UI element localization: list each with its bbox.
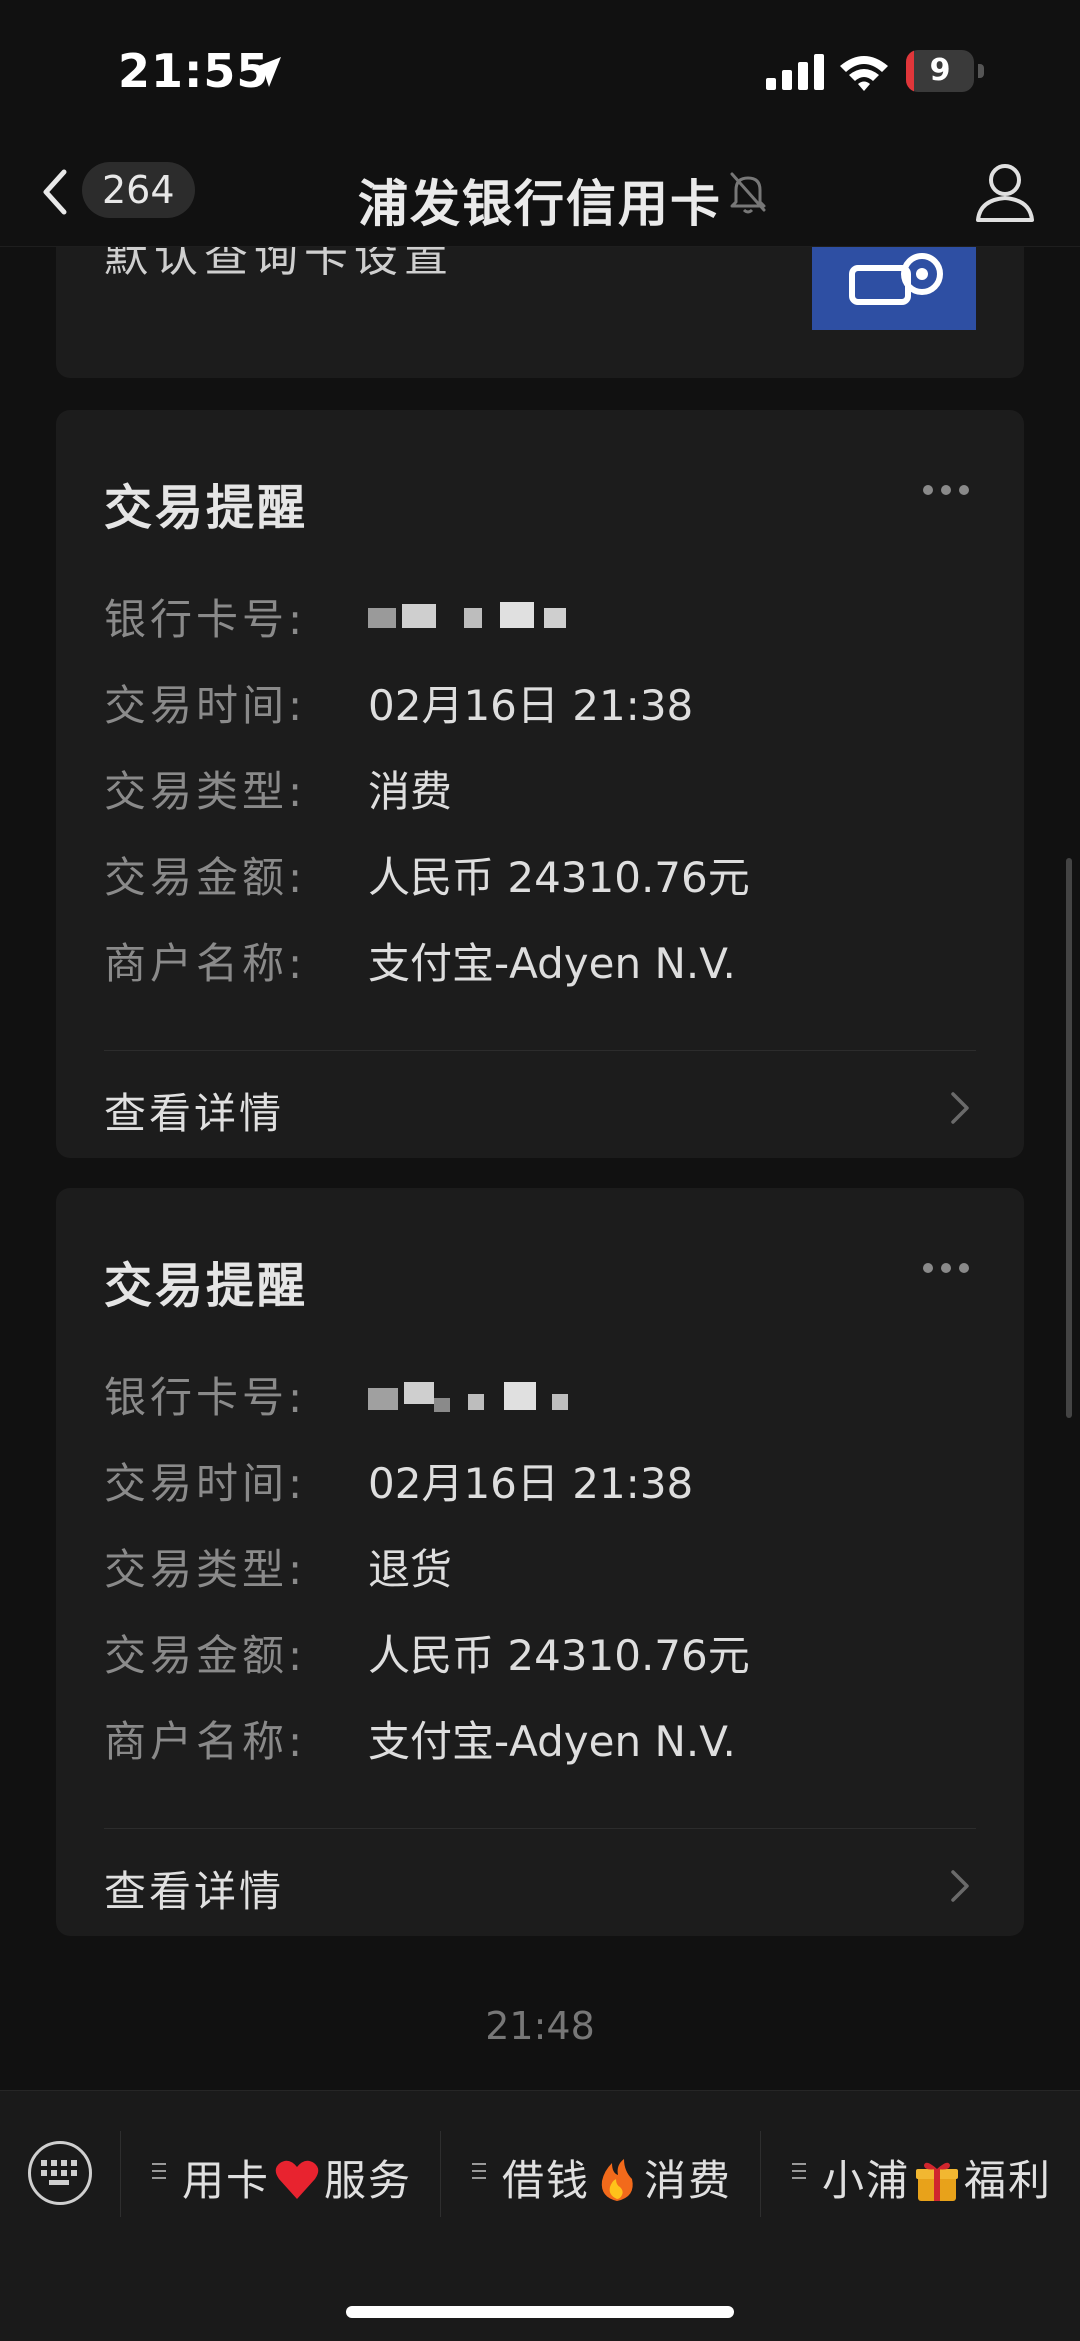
fire-icon [601, 2158, 633, 2201]
scrollbar[interactable] [1066, 858, 1072, 1418]
mute-bell-icon [730, 172, 766, 214]
gear-card-icon [849, 253, 943, 305]
field-value: 02月16日 21:38 [368, 681, 694, 730]
submenu-icon [472, 2163, 486, 2183]
menu-separator [120, 2131, 121, 2217]
cellular-signal-icon [766, 54, 824, 90]
field-value: 支付宝-Adyen N.V. [368, 1717, 736, 1766]
divider [104, 1828, 976, 1829]
field-value: 退货 [368, 1545, 453, 1594]
keyboard-icon [41, 2160, 77, 2185]
status-bar: 21:55 9 [0, 0, 1080, 140]
field-value: 人民币 24310.76元 [368, 1631, 750, 1680]
menu-label: 服务 [324, 2156, 413, 2205]
card-title: 交易提醒 [104, 1258, 309, 1314]
field-label: 商户名称: [104, 939, 307, 988]
message-timestamp: 21:48 [485, 2004, 595, 2048]
field-label: 交易金额: [104, 853, 307, 902]
wifi-icon [840, 56, 888, 91]
home-indicator[interactable] [346, 2306, 734, 2318]
card-settings-image [812, 244, 976, 330]
field-label: 银行卡号: [104, 1373, 307, 1422]
field-label: 银行卡号: [104, 595, 307, 644]
field-label: 交易类型: [104, 767, 307, 816]
divider [104, 1050, 976, 1051]
location-arrow-icon [251, 57, 281, 87]
masked-card-number [368, 600, 588, 636]
field-label: 交易时间: [104, 1459, 307, 1508]
service-menu-bar: 用卡 服务 借钱 消费 小浦 福利 [0, 2090, 1080, 2341]
field-value: 人民币 24310.76元 [368, 853, 750, 902]
submenu-icon [152, 2163, 166, 2183]
battery-percent: 9 [929, 53, 951, 88]
gift-icon [916, 2162, 959, 2201]
profile-icon[interactable] [974, 160, 1036, 224]
chevron-right-icon[interactable] [948, 1866, 972, 1906]
field-value: 02月16日 21:38 [368, 1459, 694, 1508]
view-details-link[interactable]: 查看详情 [104, 1858, 284, 1919]
chevron-right-icon[interactable] [948, 1088, 972, 1128]
menu-separator [440, 2131, 441, 2217]
keyboard-toggle-button[interactable] [28, 2141, 92, 2205]
field-value: 消费 [368, 767, 453, 816]
status-time: 21:55 [118, 44, 270, 98]
field-label: 商户名称: [104, 1717, 307, 1766]
more-options-icon[interactable] [922, 484, 970, 496]
menu-separator [760, 2131, 761, 2217]
heart-icon [275, 2160, 319, 2199]
page-title: 浦发银行信用卡 [358, 175, 722, 233]
field-label: 交易金额: [104, 1631, 307, 1680]
battery-indicator: 9 [906, 50, 986, 94]
submenu-icon [792, 2163, 806, 2183]
field-value: 支付宝-Adyen N.V. [368, 939, 736, 988]
chat-header: 264 浦发银行信用卡 [0, 140, 1080, 247]
masked-card-number [368, 1378, 588, 1414]
transaction-alert-card: 交易提醒 银行卡号: 交易时间: 02月16日 21:38 交易类型: 消费 交… [56, 410, 1024, 1158]
transaction-alert-card: 交易提醒 银行卡号: 交易时间: 02月16日 21:38 交易类型: 退货 交… [56, 1188, 1024, 1936]
menu-label: 小浦 [822, 2156, 911, 2205]
card-title: 交易提醒 [104, 480, 309, 536]
field-label: 交易类型: [104, 1545, 307, 1594]
more-options-icon[interactable] [922, 1262, 970, 1274]
field-label: 交易时间: [104, 681, 307, 730]
menu-label: 消费 [644, 2156, 733, 2205]
menu-label: 用卡 [182, 2156, 271, 2205]
menu-label: 借钱 [502, 2156, 591, 2205]
view-details-link[interactable]: 查看详情 [104, 1080, 284, 1141]
menu-label: 福利 [964, 2156, 1053, 2205]
